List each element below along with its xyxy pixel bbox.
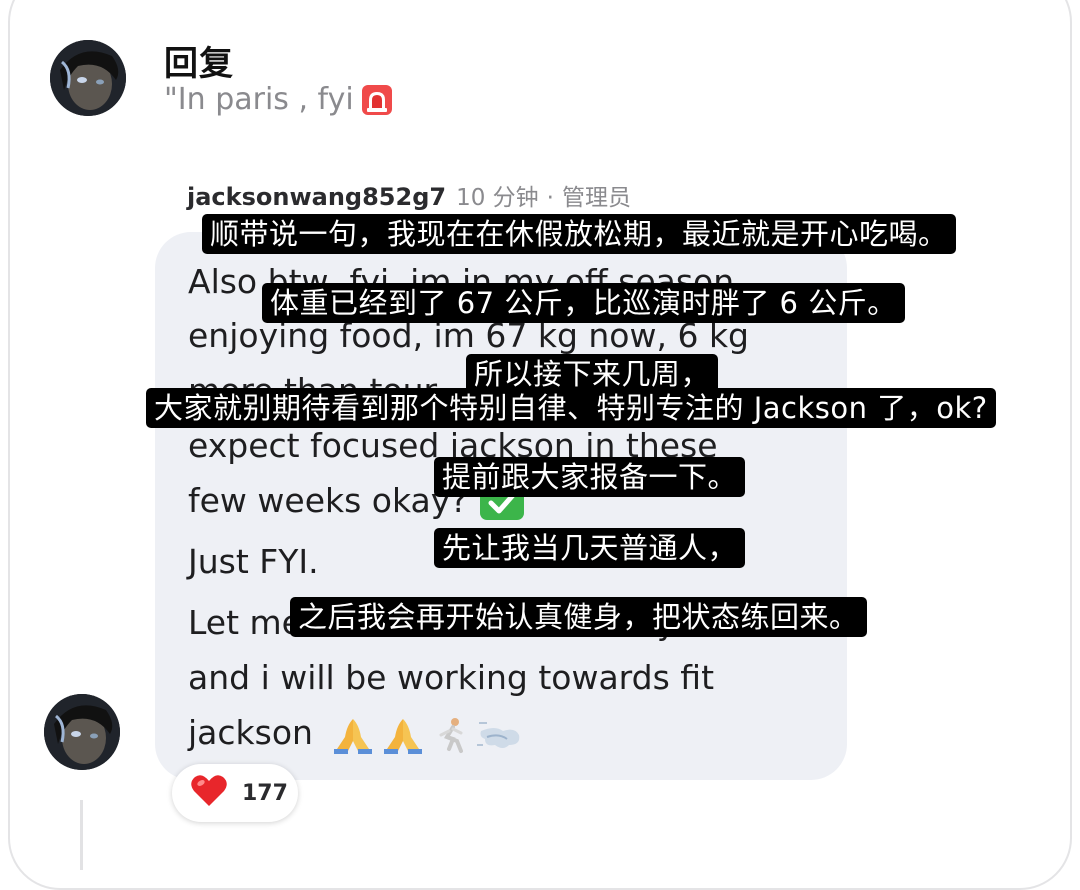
subtitle-line: 大家就别期待看到那个特别自律、特别专注的 Jackson 了，ok? [146,388,996,428]
message-line: few weeks okay? [188,481,468,520]
quoted-text: "In paris , fyi [164,82,354,117]
heart-icon [190,774,228,812]
thread-line [80,800,83,870]
reaction-count: 177 [242,780,288,806]
dash-icon [477,721,520,748]
role-badge: 管理员 [561,185,631,211]
reaction-button[interactable]: 177 [172,764,298,822]
meta-separator: · [546,185,554,211]
subtitle-line: 先让我当几天普通人， [434,528,746,568]
subtitle-line: 之后我会再开始认真健身，把状态练回来。 [290,597,867,637]
subtitle-line: 提前跟大家报备一下。 [434,457,746,497]
avatar-image [44,694,120,770]
siren-icon [360,83,394,117]
emoji-row [331,715,523,755]
avatar-image [50,40,126,116]
runner-icon [439,717,464,753]
timestamp: 10 分钟 [456,185,539,211]
page-title: 回复 [164,44,234,84]
message-line-with-emoji: jackson [188,713,523,755]
praying-hands-icon [334,718,373,754]
message-line: jackson [188,713,313,752]
praying-hands-icon [384,718,423,754]
avatar[interactable] [50,40,126,116]
subtitle-line: 体重已经到了 67 公斤，比巡演时胖了 6 公斤。 [262,283,905,323]
avatar[interactable] [44,694,120,770]
message-line: Just FYI. [188,542,319,581]
message-line: and i will be working towards fit [188,658,715,697]
quoted-post[interactable]: "In paris , fyi [164,82,394,117]
subtitle-line: 顺带说一句，我现在在休假放松期，最近就是开心吃喝。 [202,214,956,254]
username-link[interactable]: jacksonwang852g7 [187,183,446,211]
comment-meta: jacksonwang852g7 10 分钟 · 管理员 [187,178,631,212]
